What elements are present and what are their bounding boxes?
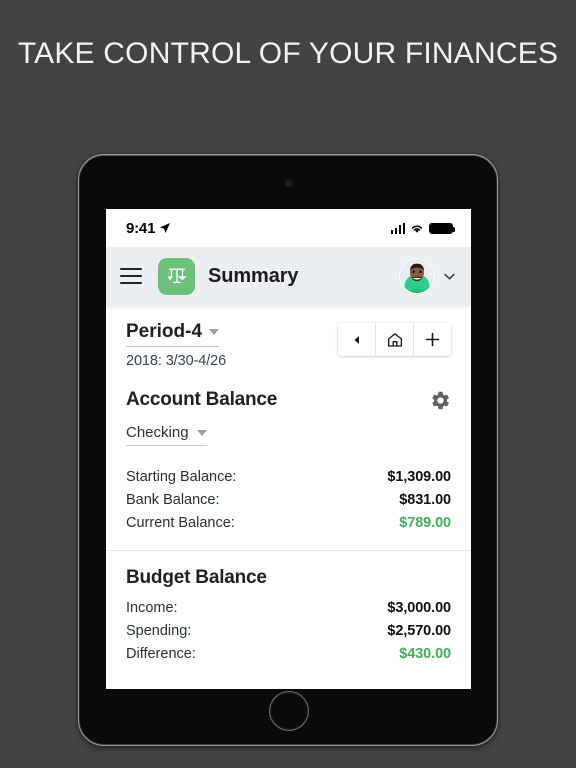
table-row: Bank Balance: $831.00 xyxy=(126,488,451,511)
account-type-label: Checking xyxy=(126,424,189,441)
period-selector[interactable]: Period-4 xyxy=(126,321,220,347)
table-row: Spending: $2,570.00 xyxy=(126,619,451,642)
row-label: Bank Balance: xyxy=(126,491,220,508)
cellular-signal-icon xyxy=(390,222,405,234)
previous-period-button[interactable] xyxy=(338,323,376,356)
row-label: Income: xyxy=(126,599,178,616)
hamburger-menu-icon[interactable] xyxy=(120,268,142,284)
row-value: $789.00 xyxy=(399,514,451,531)
triangle-left-icon xyxy=(354,335,359,344)
row-label: Spending: xyxy=(126,622,192,639)
account-balance-section: Account Balance Checking Starting Balanc… xyxy=(106,389,471,550)
account-balance-header: Account Balance xyxy=(126,389,451,411)
avatar-photo xyxy=(400,259,434,293)
home-button[interactable] xyxy=(269,691,309,731)
budget-balance-section: Budget Balance Income: $3,000.00 Spendin… xyxy=(106,551,471,681)
app-bar: Summary xyxy=(106,247,471,305)
plus-icon xyxy=(425,332,440,347)
front-camera-icon xyxy=(285,181,291,186)
row-value: $1,309.00 xyxy=(387,468,451,485)
account-balance-rows: Starting Balance: $1,309.00 Bank Balance… xyxy=(126,465,451,550)
period-selector-group: Period-4 2018: 3/30-4/26 xyxy=(126,321,226,369)
tablet-device-frame: 9:41 Summary Period-4 2018: 3/30-4/26 Ac… xyxy=(78,154,498,746)
account-balance-title: Account Balance xyxy=(126,389,278,410)
row-label: Starting Balance: xyxy=(126,468,237,485)
battery-full-icon xyxy=(429,222,456,234)
gear-icon[interactable] xyxy=(430,390,451,411)
row-value: $2,570.00 xyxy=(387,622,451,639)
status-bar: 9:41 xyxy=(106,209,471,247)
row-value: $430.00 xyxy=(399,645,451,662)
main-content: Period-4 2018: 3/30-4/26 Account Balance… xyxy=(106,305,471,681)
avatar[interactable] xyxy=(399,258,435,294)
period-actions xyxy=(338,323,451,356)
row-label: Difference: xyxy=(126,645,196,662)
table-row: Current Balance: $789.00 xyxy=(126,511,451,534)
page-title: TAKE CONTROL OF YOUR FINANCES xyxy=(17,37,559,70)
chevron-down-icon[interactable] xyxy=(442,269,457,284)
row-value: $831.00 xyxy=(399,491,451,508)
budget-balance-rows: Income: $3,000.00 Spending: $2,570.00 Di… xyxy=(126,596,451,681)
wifi-icon xyxy=(411,225,423,233)
status-time: 9:41 xyxy=(126,219,156,237)
table-row: Difference: $430.00 xyxy=(126,642,451,665)
account-type-select[interactable]: Checking xyxy=(126,424,207,446)
period-dates: 2018: 3/30-4/26 xyxy=(126,353,227,369)
home-period-button[interactable] xyxy=(376,323,414,356)
table-row: Starting Balance: $1,309.00 xyxy=(126,465,451,488)
status-indicators xyxy=(390,222,456,234)
table-row: Income: $3,000.00 xyxy=(126,596,451,619)
caret-down-icon xyxy=(196,429,207,436)
device-screen: 9:41 Summary Period-4 2018: 3/30-4/26 Ac… xyxy=(106,209,471,689)
caret-down-icon xyxy=(209,329,220,335)
house-icon xyxy=(387,332,402,347)
row-label: Current Balance: xyxy=(126,514,235,531)
balance-scales-icon xyxy=(158,257,195,295)
location-arrow-icon xyxy=(160,223,171,233)
period-row: Period-4 2018: 3/30-4/26 xyxy=(106,305,471,369)
account-menu[interactable] xyxy=(399,258,457,294)
budget-balance-title: Budget Balance xyxy=(126,567,267,588)
period-label: Period-4 xyxy=(126,321,203,342)
app-title: Summary xyxy=(208,264,299,287)
status-time-group: 9:41 xyxy=(126,220,171,237)
add-period-button[interactable] xyxy=(414,323,451,356)
row-value: $3,000.00 xyxy=(387,599,451,616)
